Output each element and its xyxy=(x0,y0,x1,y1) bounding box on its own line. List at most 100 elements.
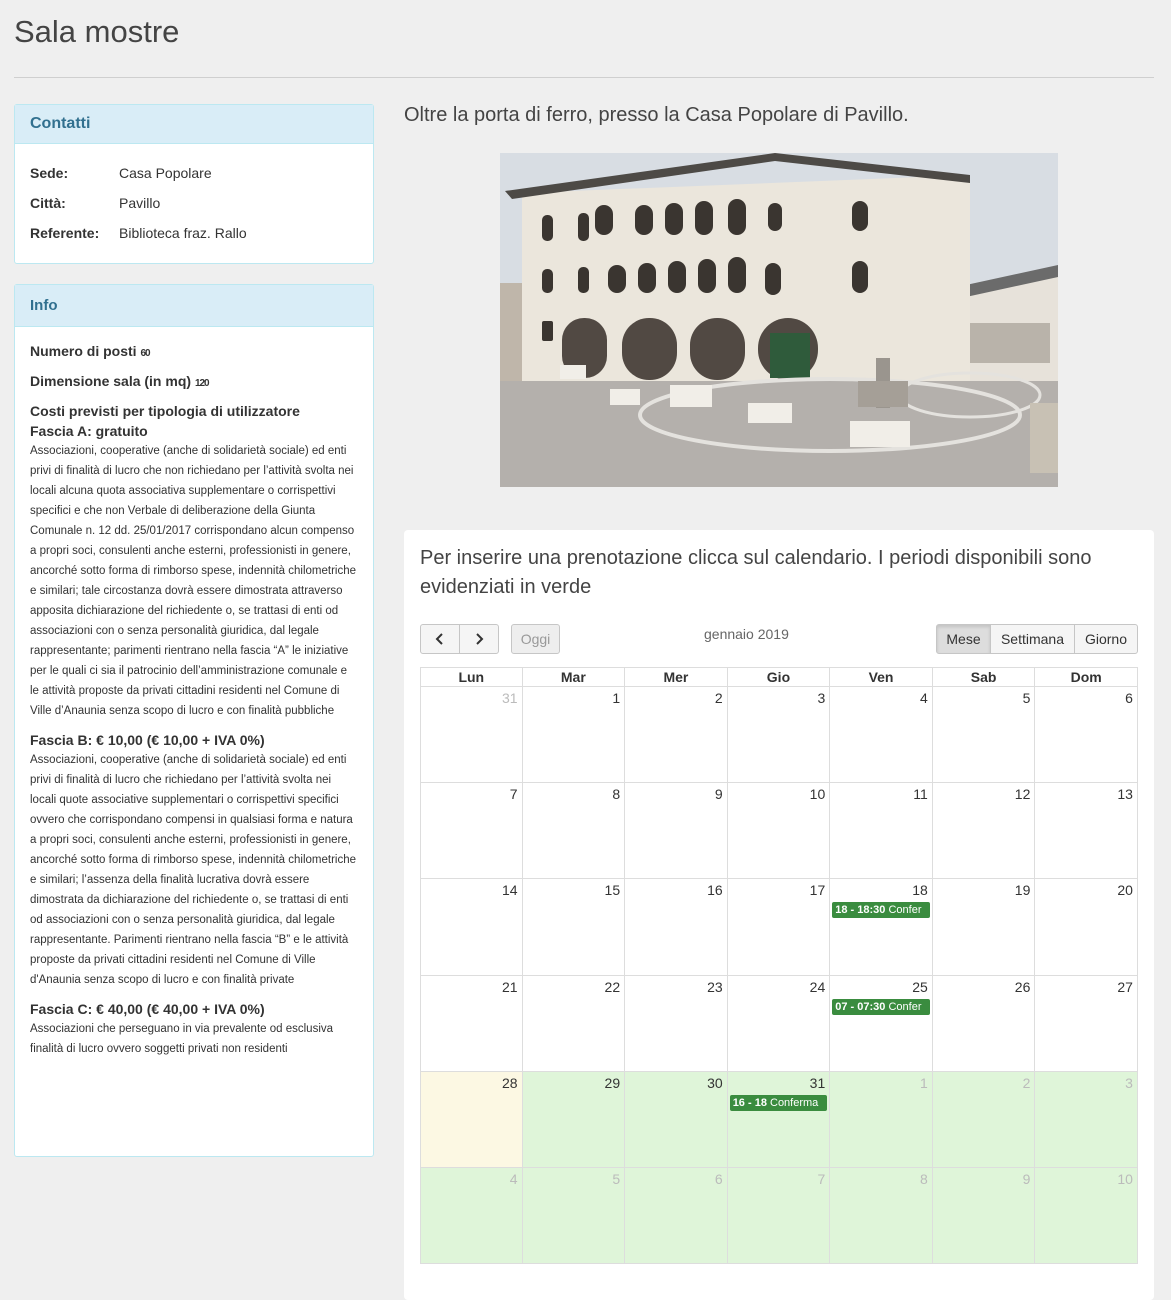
calendar-week-row: 7 8 9 10 11 12 13 xyxy=(420,783,1138,880)
calendar-event[interactable]: 18 - 18:30 Confer xyxy=(832,902,930,919)
event-time: 18 - 18:30 xyxy=(835,904,886,917)
calendar-day-cell[interactable]: 3 xyxy=(1035,1071,1138,1168)
calendar-day-cell[interactable]: 31 xyxy=(420,687,523,784)
day-number: 9 xyxy=(714,786,723,803)
calendar-day-cell[interactable]: 8 xyxy=(522,783,626,880)
calendar-day-cell[interactable]: 22 xyxy=(522,975,626,1072)
calendar-day-cell[interactable]: 19 xyxy=(932,879,1036,976)
weekday-header: Lun xyxy=(420,667,523,687)
day-number: 4 xyxy=(509,1170,518,1187)
event-label: Confer xyxy=(888,904,922,917)
day-number: 29 xyxy=(604,1074,621,1091)
day-number: 14 xyxy=(501,882,518,899)
day-number: 30 xyxy=(707,1074,723,1091)
calendar-day-cell[interactable]: 7 xyxy=(420,783,523,880)
calendar-day-cell[interactable]: 8 xyxy=(830,1167,933,1265)
calendar-month-title: gennaio 2019 xyxy=(704,626,789,642)
contact-value: Casa Popolare xyxy=(119,165,212,181)
calendar-day-cell[interactable]: 12 xyxy=(932,783,1036,880)
prev-month-button[interactable] xyxy=(420,624,460,654)
calendar-day-cell[interactable]: 21 xyxy=(420,975,523,1072)
weekday-header: Dom xyxy=(1035,667,1138,687)
calendar-day-cell[interactable]: 4 xyxy=(420,1167,523,1265)
day-number: 10 xyxy=(1117,1170,1133,1187)
calendar-day-cell[interactable]: 10 xyxy=(1035,1167,1138,1265)
calendar-event[interactable]: 16 - 18 Conferma xyxy=(729,1094,828,1111)
calendar-day-cell[interactable]: 5 xyxy=(932,687,1036,784)
calendar-event[interactable]: 07 - 07:30 Confer xyxy=(832,998,930,1015)
weekday-header-row: Lun Mar Mer Gio Ven Sab Dom xyxy=(420,667,1138,687)
day-number: 12 xyxy=(1014,786,1031,803)
day-number: 27 xyxy=(1117,978,1133,995)
calendar-day-cell[interactable]: 6 xyxy=(625,1167,728,1265)
calendar-day-cell[interactable]: 11 xyxy=(830,783,933,880)
day-number: 17 xyxy=(809,882,826,899)
calendar-day-cell[interactable]: 2 xyxy=(625,687,728,784)
view-day-button[interactable]: Giorno xyxy=(1074,624,1138,654)
fascia-c-text: Associazioni che perseguano in via preva… xyxy=(30,1023,334,1055)
calendar-day-cell[interactable]: 29 xyxy=(522,1071,626,1168)
day-number: 26 xyxy=(1014,978,1031,995)
day-number: 20 xyxy=(1117,882,1133,899)
calendar-day-cell[interactable]: 20 xyxy=(1035,879,1138,976)
next-month-button[interactable] xyxy=(459,624,499,654)
today-button[interactable]: Oggi xyxy=(511,624,560,654)
calendar-day-cell[interactable]: 2 xyxy=(932,1071,1036,1168)
calendar-day-cell[interactable]: 13 xyxy=(1035,783,1138,880)
calendar-day-cell[interactable]: 1 xyxy=(522,687,626,784)
calendar-instructions: Per inserire una prenotazione clicca sul… xyxy=(420,547,1092,598)
calendar-day-cell[interactable]: 3 xyxy=(727,687,831,784)
day-number: 6 xyxy=(1125,690,1133,706)
calendar-day-cell[interactable]: 26 xyxy=(932,975,1036,1072)
day-number: 1 xyxy=(920,1074,928,1091)
calendar-day-cell[interactable]: 14 xyxy=(420,879,523,976)
info-panel: Info Numero di posti 60 Dimensione sala … xyxy=(14,284,374,1157)
title-divider xyxy=(14,77,1154,78)
view-week-button[interactable]: Settimana xyxy=(990,624,1075,654)
day-number: 4 xyxy=(920,690,928,706)
day-number: 31 xyxy=(501,690,518,706)
weekday-header: Mar xyxy=(522,667,626,687)
day-number: 7 xyxy=(817,1170,826,1187)
calendar-day-cell[interactable]: 10 xyxy=(727,783,831,880)
calendar-day-cell[interactable]: 7 xyxy=(727,1167,831,1265)
calendar-day-cell[interactable]: 28 xyxy=(420,1071,523,1168)
contact-row-sede: Sede: Casa Popolare xyxy=(30,158,358,188)
calendar-day-cell[interactable]: 9 xyxy=(625,783,728,880)
fascia-c-title: Fascia C: € 40,00 (€ 40,00 + IVA 0%) xyxy=(30,1001,265,1017)
calendar-day-cell[interactable]: 17 xyxy=(727,879,831,976)
calendar-day-cell[interactable]: 31 16 - 18 Conferma xyxy=(727,1071,831,1168)
contact-value: Biblioteca fraz. Rallo xyxy=(119,225,247,241)
calendar-day-cell[interactable]: 25 07 - 07:30 Confer xyxy=(830,975,933,1072)
page-title: Sala mostre xyxy=(14,14,180,49)
calendar-day-cell[interactable]: 6 xyxy=(1035,687,1138,784)
chevron-right-icon xyxy=(476,633,484,645)
calendar-day-cell[interactable]: 5 xyxy=(522,1167,626,1265)
day-number: 18 xyxy=(912,882,928,899)
calendar-day-cell[interactable]: 1 xyxy=(830,1071,933,1168)
contact-key: Sede: xyxy=(30,165,69,181)
day-number: 22 xyxy=(604,978,621,995)
day-number: 25 xyxy=(912,978,928,995)
fascia-a-text: Associazioni, cooperative (anche di soli… xyxy=(30,445,356,717)
calendar-day-cell[interactable]: 4 xyxy=(830,687,933,784)
view-month-button[interactable]: Mese xyxy=(936,624,991,654)
seats-label: Numero di posti xyxy=(30,343,137,359)
event-label: Conferma xyxy=(770,1096,819,1109)
day-number: 28 xyxy=(501,1074,518,1091)
calendar-day-cell[interactable]: 16 xyxy=(625,879,728,976)
day-number: 8 xyxy=(920,1170,928,1187)
calendar-day-cell[interactable]: 15 xyxy=(522,879,626,976)
weekday-header: Ven xyxy=(830,667,933,687)
calendar-day-cell[interactable]: 24 xyxy=(727,975,831,1072)
contact-value: Pavillo xyxy=(119,195,161,211)
calendar-day-cell[interactable]: 18 18 - 18:30 Confer xyxy=(830,879,933,976)
day-number: 5 xyxy=(1022,690,1031,706)
calendar-week-row: 4 5 6 7 8 9 10 xyxy=(420,1167,1138,1265)
calendar-day-cell[interactable]: 27 xyxy=(1035,975,1138,1072)
calendar-day-cell[interactable]: 9 xyxy=(932,1167,1036,1265)
calendar-day-cell[interactable]: 23 xyxy=(625,975,728,1072)
day-number: 16 xyxy=(707,882,723,899)
weekday-header: Gio xyxy=(727,667,831,687)
calendar-day-cell[interactable]: 30 xyxy=(625,1071,728,1168)
